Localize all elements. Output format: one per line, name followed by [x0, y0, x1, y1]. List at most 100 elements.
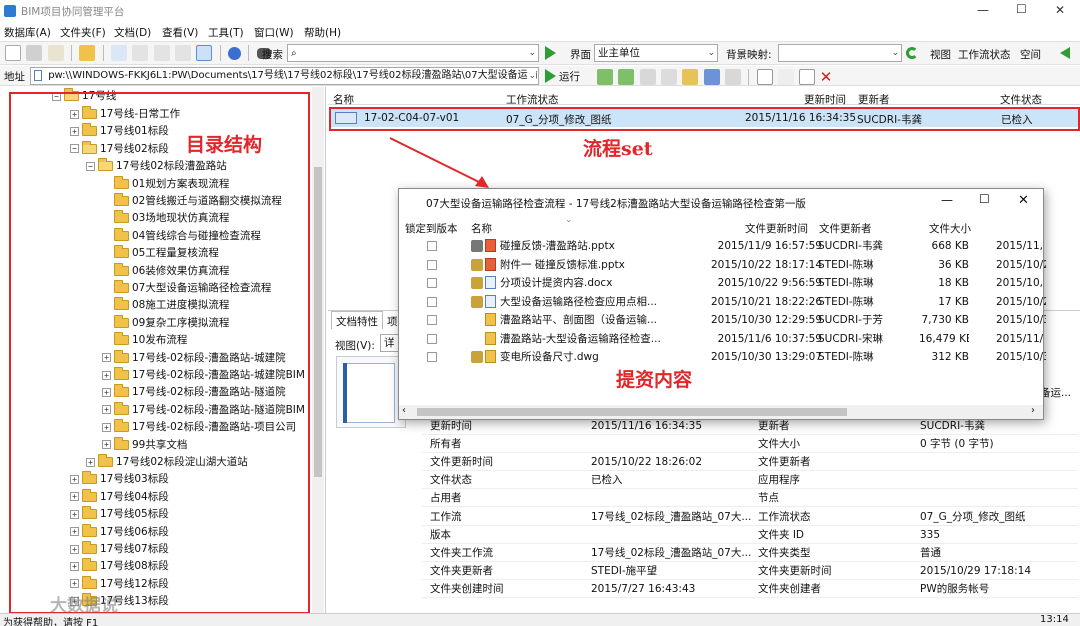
cut-icon[interactable] [778, 69, 795, 85]
edit-icon[interactable] [26, 45, 43, 61]
dialog-header-lock[interactable]: 锁定到版本 [405, 221, 458, 236]
dialog-cell-user: STEDI-陈琳 [818, 277, 874, 289]
property-value: 07_G_分项_修改_图纸 [920, 510, 1026, 523]
dialog-header-size[interactable]: 文件大小 [929, 221, 971, 236]
folder-toolbar-icon[interactable] [79, 45, 96, 61]
ppt-file-icon [485, 257, 496, 271]
minimize-button[interactable]: — [977, 3, 989, 17]
lock-version-checkbox[interactable] [427, 315, 437, 325]
details-view-icon[interactable] [196, 45, 213, 61]
dialog-header-user[interactable]: 文件更新者 [819, 221, 872, 236]
dialog-file-row[interactable]: 附件一 碰撞反馈标准.pptx 2015/10/22 18:17:14 STEDI-… [399, 256, 1046, 274]
dialog-cell-time: 2015/10/22 18:17:14 [710, 258, 822, 271]
open-icon[interactable] [47, 45, 64, 61]
new-icon[interactable] [5, 45, 21, 61]
dialog-file-row[interactable]: 大型设备运输路径检查应用点相... 2015/10/21 18:22:26 STED… [399, 293, 1046, 311]
large-icons-icon[interactable] [111, 45, 128, 61]
dialog-file-row[interactable]: 分项设计提资内容.docx 2015/10/22 9:56:59 STEDI-陈琳 1… [399, 274, 1043, 292]
menu-tools[interactable]: 工具(T) [208, 25, 244, 40]
list-icon[interactable] [153, 45, 170, 61]
dialog-header-name[interactable]: 名称 [471, 221, 492, 236]
menu-view[interactable]: 查看(V) [162, 25, 198, 40]
menu-document[interactable]: 文档(D) [114, 25, 151, 40]
chevron-down-icon: ⌄ [528, 68, 536, 84]
dialog-file-row[interactable]: 碰撞反馈-漕盈路站.pptx 2015/11/9 16:57:59 SUCDRI-韦… [399, 237, 1043, 255]
property-value: 2015/10/22 18:26:02 [591, 456, 703, 469]
scroll-left-icon[interactable]: ‹ [402, 405, 406, 416]
edit-doc-icon[interactable] [639, 69, 656, 85]
property-value: STEDI-施平望 [591, 564, 658, 577]
dialog-header-time[interactable]: 文件更新时间 [745, 221, 808, 236]
copy-icon[interactable] [597, 69, 613, 85]
dialog-cell-size: 7,730 KB [921, 314, 970, 326]
paste-icon[interactable] [618, 69, 635, 85]
copy-file-icon[interactable] [756, 69, 773, 85]
interface-select[interactable]: 业主单位 ⌄ [594, 44, 718, 62]
menu-bar: 数据库(A) 文件夹(F) 文档(D) 查看(V) 工具(T) 窗口(W) 帮助… [0, 23, 1080, 40]
header-update-time[interactable]: 更新时间 [804, 92, 846, 107]
maximize-button[interactable]: ☐ [1016, 2, 1027, 16]
space-button[interactable]: 空间 [1020, 47, 1041, 62]
checkin-icon[interactable] [703, 69, 720, 85]
header-file-status[interactable]: 文件状态 [1000, 92, 1042, 107]
lock-version-checkbox[interactable] [427, 352, 437, 362]
dialog-hscrollbar[interactable]: ‹ › [399, 405, 1043, 419]
status-bar: 为获得帮助，请按 F1 13:14 [0, 613, 1080, 626]
checkout-icon[interactable] [725, 69, 742, 85]
run-button[interactable]: 运行 [559, 69, 580, 84]
property-key: 文件夹创建者 [758, 582, 821, 595]
dialog-minimize-button[interactable]: — [941, 193, 953, 207]
window-title: BIM项目协同管理平台 [21, 6, 125, 18]
lock-icon[interactable] [682, 69, 699, 85]
search-go-icon[interactable] [545, 46, 556, 60]
scroll-right-icon[interactable]: › [1031, 405, 1035, 416]
menu-help[interactable]: 帮助(H) [304, 25, 341, 40]
dialog-file-row[interactable]: 变电所设备尺寸.dwg 2015/10/30 13:29:07 STEDI-陈琳 31… [399, 348, 1046, 366]
dialog-cell-user: STEDI-陈琳 [818, 351, 874, 363]
back-arrow-icon[interactable] [1060, 47, 1070, 59]
menu-window[interactable]: 窗口(W) [254, 25, 294, 40]
lock-version-checkbox[interactable] [427, 278, 437, 288]
paste-file-icon[interactable] [799, 69, 816, 85]
property-row: 文件状态 已检入 应用程序 [422, 471, 1078, 490]
pencil-icon [471, 351, 483, 363]
run-icon[interactable] [545, 69, 556, 83]
header-workflow-state[interactable]: 工作流状态 [506, 92, 559, 107]
dialog-close-button[interactable]: ✕ [1018, 193, 1029, 208]
tree-scrollbar[interactable] [312, 87, 324, 613]
address-input[interactable]: pw:\\WINDOWS-FKKJ6L1:PW\Documents\17号线\1… [30, 67, 539, 85]
check-icon[interactable] [661, 69, 678, 85]
menu-database[interactable]: 数据库(A) [4, 25, 51, 40]
bg-select[interactable]: ⌄ [778, 44, 902, 62]
lock-version-checkbox[interactable] [427, 259, 437, 270]
lock-version-checkbox[interactable] [427, 333, 437, 344]
info-icon[interactable] [228, 46, 242, 60]
menu-folder[interactable]: 文件夹(F) [60, 25, 106, 40]
workflow-state-button[interactable]: 工作流状态 [958, 47, 1014, 62]
delete-icon[interactable]: ✕ [820, 68, 833, 86]
tab-attributes[interactable]: 文档特性 [331, 311, 383, 329]
close-button[interactable]: ✕ [1055, 3, 1065, 17]
tree-scrollbar-thumb[interactable] [314, 167, 322, 477]
lock-version-checkbox[interactable] [427, 241, 437, 251]
refresh-icon[interactable] [906, 47, 918, 59]
property-key: 文件夹 ID [758, 528, 805, 541]
dialog-maximize-button[interactable]: ☐ [979, 192, 990, 206]
dialog-file-row[interactable]: 漕盈路站平、剖面图（设备运输... 2015/10/30 12:29:59 SUCD… [399, 311, 1046, 329]
header-name[interactable]: 名称 [333, 92, 354, 107]
header-updater[interactable]: 更新者 [858, 92, 890, 107]
search-combo[interactable]: ⌕ ⌄ [287, 44, 539, 62]
search-icon: ⌕ [291, 48, 297, 59]
lock-version-checkbox[interactable] [427, 296, 437, 307]
view-button[interactable]: 视图 [930, 47, 951, 62]
details-icon[interactable] [175, 45, 192, 61]
dialog-cell-user: SUCDRI-韦龚 [818, 240, 883, 252]
search-label: 搜索 [262, 49, 283, 61]
toolbar: 搜索 ⌕ ⌄ 界面 业主单位 ⌄ 背景映射: ⌄ 视图 工作流状态 空间 [0, 41, 1080, 65]
small-icons-icon[interactable] [132, 45, 149, 61]
dialog-cell-user: STEDI-陈琳 [818, 295, 874, 308]
dialog-file-row[interactable]: 漕盈路站-大型设备运输路径检查... 2015/11/6 10:37:59 SUCD… [399, 330, 1043, 348]
title-bar: BIM项目协同管理平台 — ☐ ✕ [0, 0, 1080, 22]
dwg-file-icon [485, 350, 496, 363]
dialog-hscrollbar-thumb[interactable] [417, 408, 847, 416]
